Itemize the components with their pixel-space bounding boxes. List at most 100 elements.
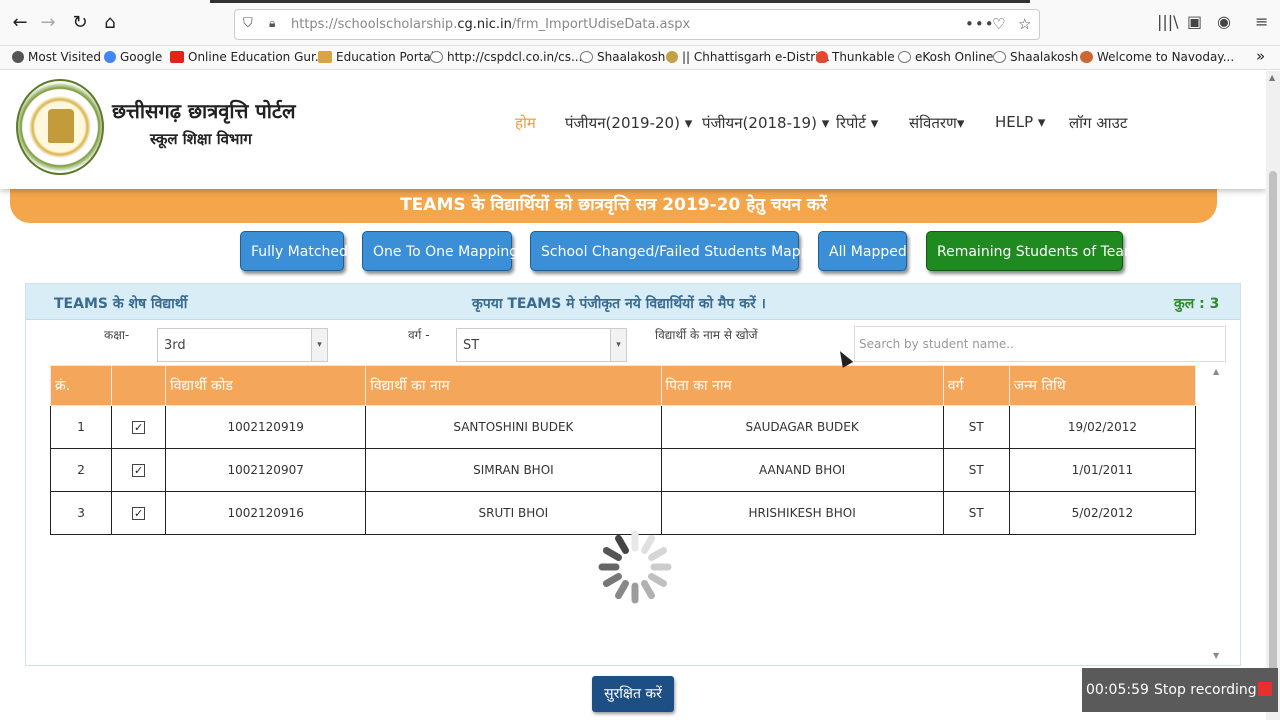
stop-recording-button[interactable]: Stop recording bbox=[1154, 682, 1257, 698]
reload-icon[interactable]: ↻ bbox=[68, 12, 92, 34]
nav-registration-2018-19[interactable]: पंजीयन(2018-19) ▾ bbox=[702, 113, 829, 133]
page-scrollbar[interactable]: ▲ bbox=[1266, 71, 1280, 720]
remaining-students-button[interactable]: Remaining Students of Teams bbox=[926, 231, 1145, 271]
fully-matched-button[interactable]: Fully Matched bbox=[240, 231, 348, 271]
col-student-code: विद्यार्थी कोड bbox=[165, 365, 367, 406]
cell-student-code: 1002120907 bbox=[165, 448, 367, 492]
shield-icon[interactable]: ⛉ bbox=[243, 16, 253, 31]
bookmarks-overflow-icon[interactable]: » bbox=[1256, 47, 1265, 65]
class-label: कक्षा- bbox=[104, 328, 130, 342]
bookmark-thunkable[interactable]: Thunkable bbox=[816, 50, 895, 64]
scroll-up-icon[interactable]: ▲ bbox=[1269, 73, 1275, 82]
nav-home[interactable]: होम bbox=[515, 113, 536, 133]
row-checkbox[interactable]: ✓ bbox=[132, 464, 146, 477]
loading-spinner-icon bbox=[598, 530, 672, 604]
globe-icon bbox=[430, 51, 443, 63]
scroll-up-icon[interactable]: ▲ bbox=[1213, 367, 1219, 376]
filter-bar: कक्षा- 3rd ▾ वर्ग - ST ▾ विद्यार्थी के न… bbox=[40, 320, 1240, 364]
nav-help[interactable]: HELP ▾ bbox=[995, 113, 1045, 131]
col-father-name: पिता का नाम bbox=[660, 365, 944, 406]
nav-registration-2019-20[interactable]: पंजीयन(2019-20) ▾ bbox=[565, 113, 692, 133]
bookmark-shaalakosh-2[interactable]: Shaalakosh bbox=[993, 50, 1078, 64]
address-bar[interactable]: ⛉ 🔒︎ https://schoolscholarship.cg.nic.in… bbox=[234, 9, 1040, 40]
one-to-one-mapping-button[interactable]: One To One Mapping bbox=[362, 231, 518, 271]
hamburger-menu-icon[interactable]: ≡ bbox=[1255, 12, 1268, 31]
globe-icon bbox=[580, 51, 593, 63]
home-icon[interactable]: ⌂ bbox=[98, 12, 122, 34]
category-label: वर्ग - bbox=[408, 328, 430, 342]
nav-report[interactable]: रिपोर्ट ▾ bbox=[836, 113, 878, 133]
thunkable-icon bbox=[816, 51, 828, 63]
bookmark-most-visited[interactable]: Most Visited bbox=[12, 50, 101, 64]
recording-timer: 00:05:59 bbox=[1086, 682, 1149, 698]
back-icon[interactable]: ← bbox=[8, 12, 32, 34]
browser-toolbar: ← → ↻ ⌂ ⛉ 🔒︎ https://schoolscholarship.c… bbox=[0, 0, 1280, 46]
cell-student-code: 1002120916 bbox=[165, 491, 367, 535]
cell-select: ✓ bbox=[111, 491, 167, 535]
total-count: कुल : 3 bbox=[1174, 296, 1220, 312]
bookmark-ekosh-online[interactable]: eKosh Online bbox=[898, 50, 993, 64]
more-actions-icon[interactable]: ••• bbox=[965, 15, 995, 33]
stop-square-icon[interactable] bbox=[1258, 682, 1272, 696]
sidebar-icon[interactable]: ▣ bbox=[1187, 12, 1202, 31]
portal-subtitle: स्कूल शिक्षा विभाग bbox=[150, 130, 252, 148]
url-text[interactable]: https://schoolscholarship.cg.nic.in/frm_… bbox=[291, 17, 690, 32]
cell-dob: 1/01/2011 bbox=[1008, 448, 1197, 492]
cell-dob: 5/02/2012 bbox=[1008, 491, 1197, 535]
bookmark-google[interactable]: Google bbox=[104, 50, 162, 64]
cell-father-name: SAUDAGAR BUDEK bbox=[660, 405, 944, 449]
class-select[interactable]: 3rd ▾ bbox=[157, 328, 328, 362]
cell-category: ST bbox=[942, 491, 1010, 535]
forward-icon[interactable]: → bbox=[36, 12, 60, 34]
globe-icon bbox=[898, 51, 911, 63]
folder-icon bbox=[318, 51, 332, 63]
page-content: छत्तीसगढ़ छात्रवृत्ति पोर्टल स्कूल शिक्ष… bbox=[0, 71, 1266, 720]
star-icon[interactable]: ☆ bbox=[1018, 15, 1031, 33]
school-changed-mapping-button[interactable]: School Changed/Failed Students Mapping bbox=[530, 231, 831, 271]
portal-title: छत्तीसगढ़ छात्रवृत्ति पोर्टल bbox=[112, 99, 296, 123]
cell-category: ST bbox=[942, 448, 1010, 492]
bookmark-navodaya[interactable]: Welcome to Navoday... bbox=[1080, 50, 1234, 64]
library-icon[interactable]: |||\ bbox=[1157, 12, 1179, 31]
gear-icon bbox=[12, 51, 24, 63]
bookmark-education-portal[interactable]: Education Portal bbox=[318, 50, 434, 64]
lock-icon[interactable]: 🔒︎ bbox=[269, 16, 275, 31]
class-select-value: 3rd bbox=[164, 338, 186, 353]
bookmark-chhattisgarh-edistrict[interactable]: || Chhattisgarh e-Distri... bbox=[666, 50, 830, 64]
nav-logout[interactable]: लॉग आउट bbox=[1069, 113, 1127, 133]
row-checkbox[interactable]: ✓ bbox=[132, 507, 146, 520]
student-search-input[interactable]: Search by student name.. bbox=[854, 326, 1226, 362]
page-banner: TEAMS के विद्यार्थियों को छात्रवृत्ति सत… bbox=[10, 183, 1217, 223]
search-label: विद्यार्थी के नाम से खोजें bbox=[655, 328, 758, 342]
students-table: क्रं. विद्यार्थी कोड विद्यार्थी का नाम प… bbox=[49, 365, 1197, 535]
nav-disbursement[interactable]: संवितरण▾ bbox=[909, 113, 964, 133]
cell-student-name: SANTOSHINI BUDEK bbox=[365, 405, 662, 449]
google-icon bbox=[104, 51, 116, 63]
all-mapped-button[interactable]: All Mapped bbox=[818, 231, 907, 271]
row-checkbox[interactable]: ✓ bbox=[132, 421, 146, 434]
site-header: छत्तीसगढ़ छात्रवृत्ति पोर्टल स्कूल शिक्ष… bbox=[0, 71, 1266, 189]
bookmarks-bar: Most Visited Google Online Education Gur… bbox=[0, 46, 1280, 70]
scroll-down-icon[interactable]: ▼ bbox=[1213, 651, 1219, 660]
panel-instruction: कृपया TEAMS मे पंजीकृत नये विद्यार्थियों… bbox=[472, 296, 766, 312]
scrollbar-thumb[interactable] bbox=[1269, 171, 1277, 675]
col-serial: क्रं. bbox=[49, 365, 113, 406]
cell-dob: 19/02/2012 bbox=[1008, 405, 1197, 449]
navodaya-icon bbox=[1080, 51, 1093, 63]
cell-father-name: HRISHIKESH BHOI bbox=[660, 491, 944, 535]
pocket-icon[interactable]: ♡ bbox=[992, 15, 1005, 33]
table-scrollbar[interactable]: ▲ ▼ bbox=[1211, 367, 1223, 667]
bookmark-cspdcl[interactable]: http://cspdcl.co.in/cs... bbox=[430, 50, 582, 64]
cell-father-name: AANAND BHOI bbox=[660, 448, 944, 492]
globe-icon bbox=[993, 51, 1006, 63]
save-button[interactable]: सुरक्षित करें bbox=[592, 676, 674, 712]
youtube-icon bbox=[170, 51, 184, 63]
panel-title: TEAMS के शेष विद्यार्थी bbox=[54, 296, 188, 312]
bookmark-shaalakosh[interactable]: Shaalakosh bbox=[580, 50, 665, 64]
bookmark-online-education[interactable]: Online Education Gur... bbox=[170, 50, 326, 64]
category-select[interactable]: ST ▾ bbox=[456, 328, 627, 362]
col-dob: जन्म तिथि bbox=[1008, 365, 1197, 406]
table-row: 2 ✓ 1002120907 SIMRAN BHOI AANAND BHOI S… bbox=[49, 448, 1197, 492]
account-icon[interactable]: ◉ bbox=[1217, 12, 1231, 31]
cell-student-name: SIMRAN BHOI bbox=[365, 448, 662, 492]
